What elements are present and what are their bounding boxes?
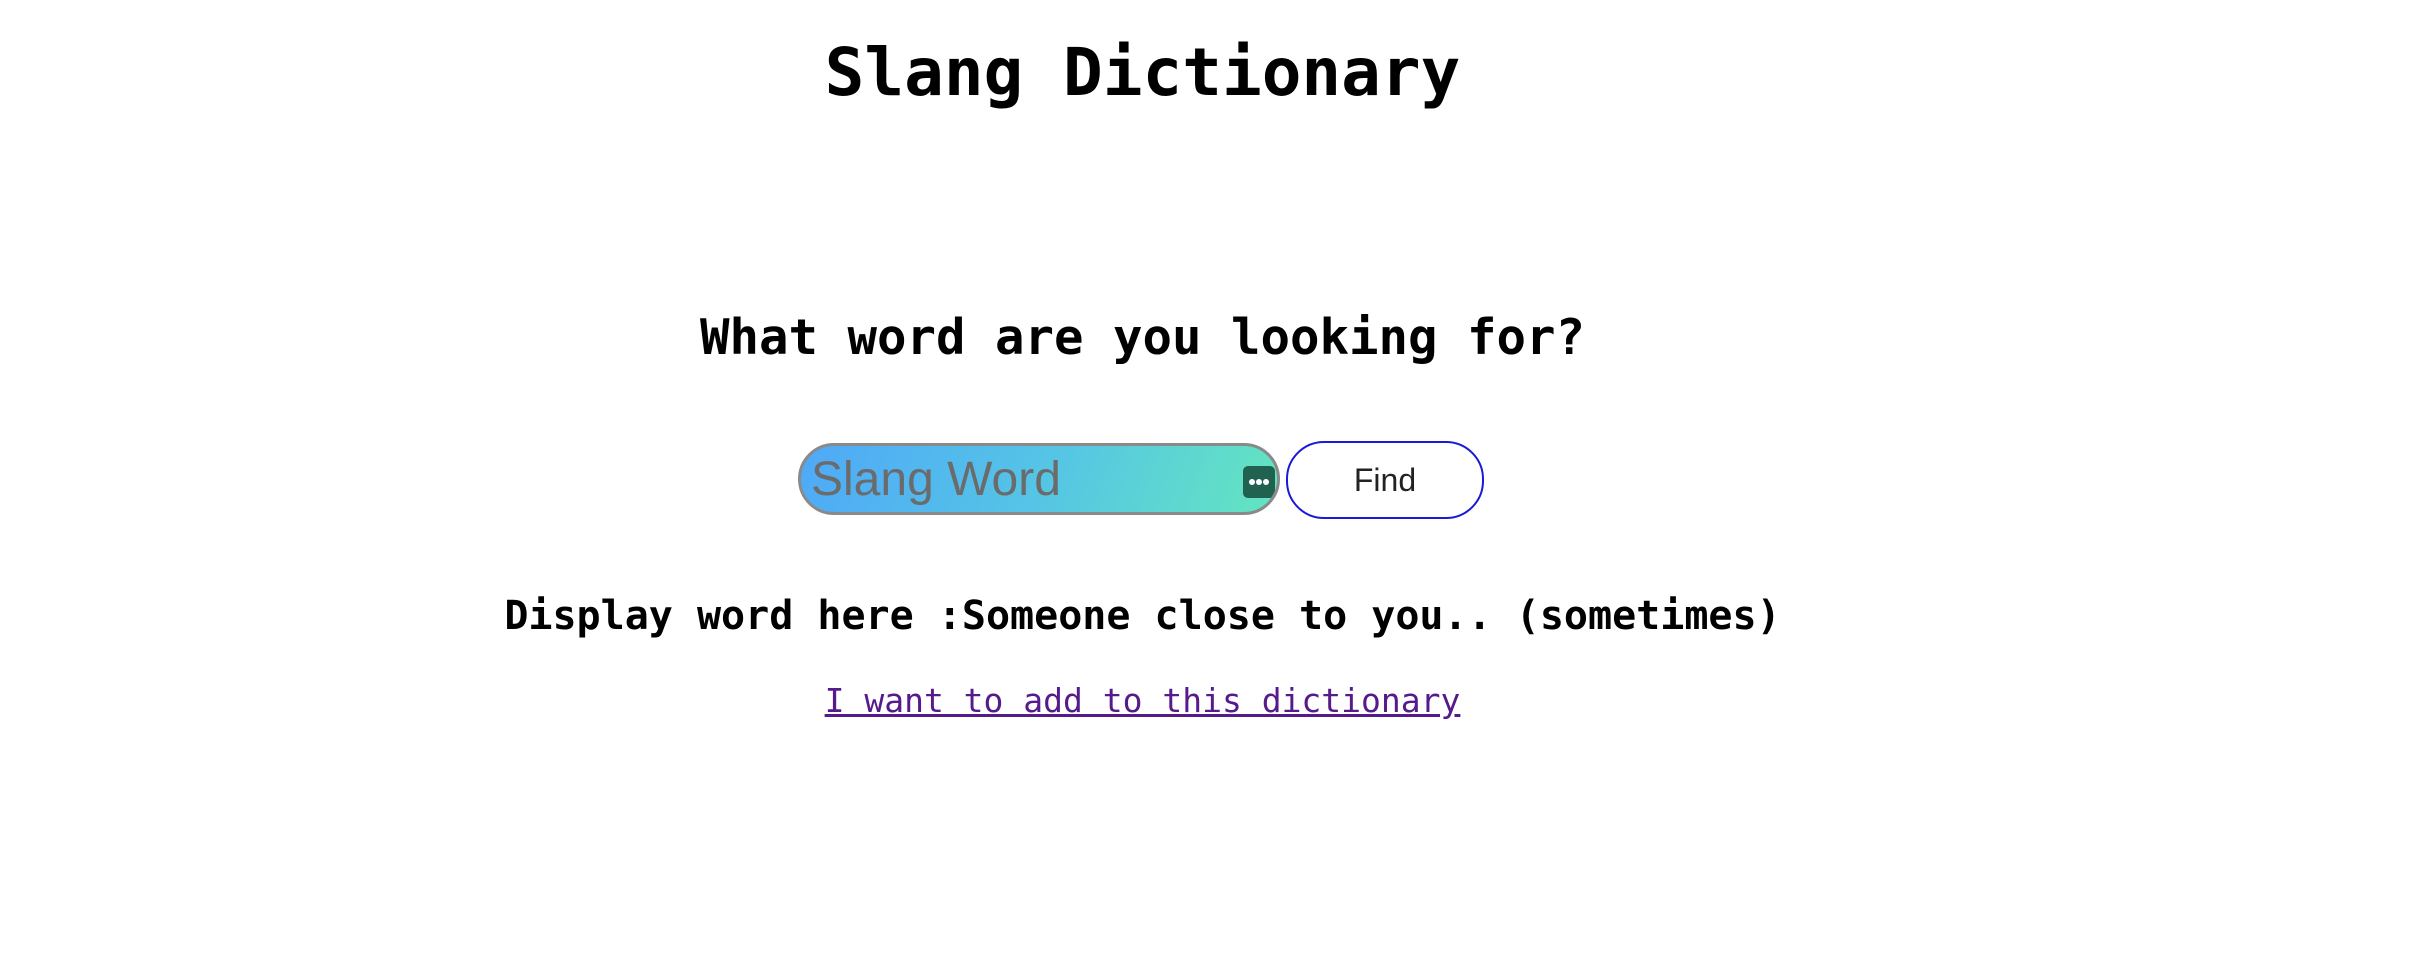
slang-word-input[interactable]	[811, 446, 1231, 512]
add-link-container: I want to add to this dictionary	[0, 678, 2285, 724]
result-definition: Someone close to you.. (sometimes)	[961, 593, 1781, 639]
page-title: Slang Dictionary	[824, 34, 1461, 111]
add-to-dictionary-link[interactable]: I want to add to this dictionary	[825, 681, 1461, 720]
search-prompt: What word are you looking for?	[699, 309, 1585, 366]
search-row: Find	[798, 441, 1488, 521]
page: Slang Dictionary What word are you looki…	[0, 0, 2432, 968]
more-dots-icon[interactable]	[1243, 466, 1275, 498]
result-display: Display word here :Someone close to you.…	[0, 586, 2285, 646]
result-prefix: Display word here :	[504, 593, 962, 639]
find-button[interactable]: Find	[1286, 441, 1484, 519]
search-field-wrapper	[798, 443, 1280, 515]
